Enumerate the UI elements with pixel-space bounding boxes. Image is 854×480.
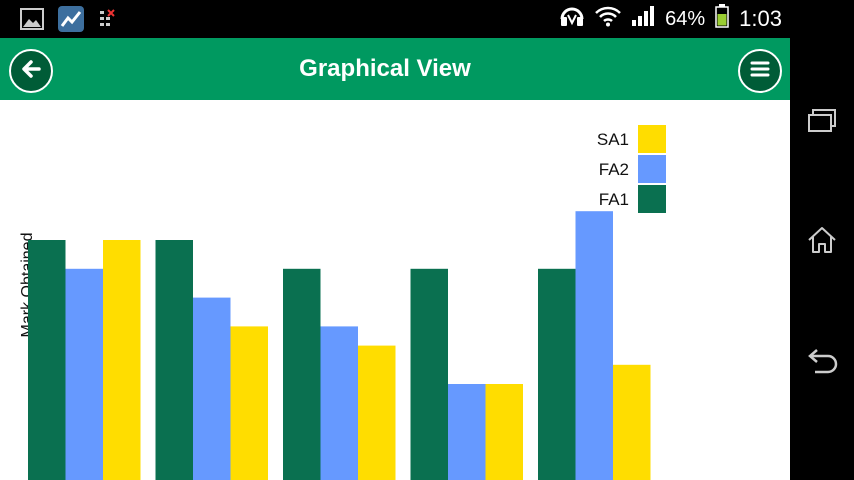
system-back-button[interactable] (806, 346, 838, 378)
status-bar: 64% 1:03 (0, 0, 790, 38)
bar-sa1-2 (230, 326, 268, 480)
bar-fa2-4 (448, 384, 486, 480)
legend-swatch-fa1 (638, 185, 666, 213)
battery-icon (715, 4, 729, 34)
bar-sa1-1 (103, 240, 141, 480)
legend-swatch-fa2 (638, 155, 666, 183)
bar-fa2-5 (575, 211, 613, 480)
headset-icon (559, 5, 585, 33)
bar-sa1-5 (613, 364, 651, 480)
legend-swatch-sa1 (638, 125, 666, 153)
bar-fa2-1 (65, 268, 103, 480)
app-bar: Graphical View (0, 38, 790, 100)
navigation-bar (790, 0, 854, 480)
home-button[interactable] (806, 224, 838, 256)
page-title: Graphical View (299, 55, 471, 82)
bar-fa2-3 (320, 326, 358, 480)
bar-fa1-1 (28, 240, 66, 480)
back-icon (806, 349, 840, 380)
legend-label-sa1: SA1 (597, 130, 629, 149)
legend-label-fa1: FA1 (599, 190, 629, 209)
wifi-icon (595, 5, 622, 33)
gallery-icon (20, 8, 44, 35)
bar-fa1-5 (538, 268, 576, 480)
recent-apps-icon (806, 109, 838, 139)
bar-fa1-3 (283, 268, 321, 480)
bar-sa1-4 (485, 384, 523, 480)
chart-app-icon (58, 6, 84, 37)
bar-fa2-2 (193, 297, 231, 480)
sim-icon (98, 9, 116, 34)
bar-chart: SA1 FA2 FA1 (28, 125, 666, 480)
battery-percent: 64% (665, 7, 706, 30)
bar-sa1-3 (358, 345, 396, 480)
bar-fa1-4 (410, 268, 448, 480)
legend-label-fa2: FA2 (599, 160, 629, 179)
bar-fa1-2 (155, 240, 193, 480)
chart-area: Mark Obtained SA1 FA2 FA1 (0, 100, 790, 480)
signal-icon (631, 5, 655, 33)
recent-apps-button[interactable] (806, 107, 838, 139)
menu-button[interactable] (738, 49, 782, 93)
clock: 1:03 (739, 6, 782, 31)
hamburger-menu-icon (748, 57, 772, 86)
home-icon (806, 227, 838, 260)
